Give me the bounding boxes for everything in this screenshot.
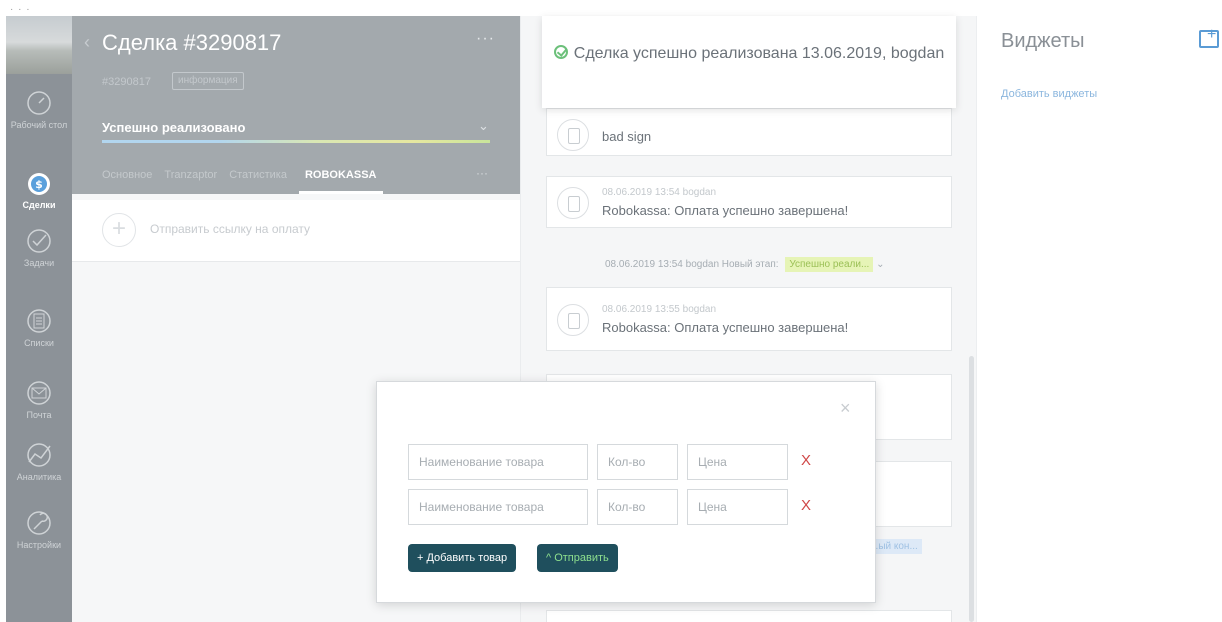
add-widgets-link[interactable]: Добавить виджеты [1001,88,1097,100]
products-modal: × X X + Добавить товар ^ Отправить [376,381,876,603]
chevron-down-icon[interactable]: ⌄ [478,118,489,134]
stage-change-meta: 08.06.2019 13:54 bogdan Новый этап: [605,259,779,270]
note-icon [557,119,589,151]
send-payment-link-row[interactable]: + Отправить ссылку на оплату [72,200,520,262]
add-product-button[interactable]: + Добавить товар [408,544,517,572]
stage-change-note: 08.06.2019 13:54 bogdan Новый этап: Успе… [605,257,884,272]
widgets-panel: Виджеты Добавить виджеты [976,16,1222,622]
plus-icon[interactable]: + [102,213,136,247]
feed-card-meta: 08.06.2019 13:54 bogdan [602,187,716,198]
deal-tag[interactable]: информация [172,72,244,90]
deal-title[interactable]: Сделка #3290817 [102,30,281,56]
feed-scrollbar[interactable] [969,356,974,622]
product-qty-input[interactable] [597,444,678,480]
deal-header: ‹ Сделка #3290817 ··· #3290817 информаци… [72,16,520,194]
feed-card: bad sign [546,108,952,156]
svg-text:$: $ [35,178,43,191]
chevron-down-icon[interactable]: ⌄ [876,259,884,270]
deal-id: #3290817 [102,76,151,88]
stage-progress-bar [102,140,490,143]
speedometer-icon [27,91,51,115]
check-circle-icon [27,229,51,253]
add-widget-icon[interactable] [1199,26,1219,48]
wrench-icon [27,511,51,535]
delete-row-button[interactable]: X [801,452,811,469]
nav-item-label: Почта [26,410,52,420]
tab-tranzaptor[interactable]: Tranzaptor [164,166,217,194]
back-chevron-icon[interactable]: ‹ [84,32,90,53]
feed-card-meta: 08.06.2019 13:55 bogdan [602,304,716,315]
feed-card: 08.06.2019 13:54 bogdan Robokassa: Оплат… [546,176,952,228]
nav-item-label: Сделки [22,200,56,210]
window-dots: · · · [10,4,31,15]
left-nav: Рабочий стол $ Сделки Задачи Списки Почт… [6,16,72,622]
nav-item-label: Рабочий стол [10,120,68,130]
nav-item-mail[interactable]: Почта [6,378,72,420]
close-icon[interactable]: × [840,398,851,419]
deal-stage[interactable]: Успешно реализовано [102,120,245,135]
nav-item-label: Списки [24,338,54,348]
list-icon [27,309,51,333]
nav-item-deals[interactable]: $ Сделки [6,168,72,210]
tab-robokassa[interactable]: ROBOKASSA [298,166,383,194]
feed-card-text: Robokassa: Оплата успешно завершена! [602,320,849,335]
feed-card-text: bad sign [602,129,652,144]
widgets-title: Виджеты [1001,30,1085,52]
window-top-strip: · · · [0,0,1222,16]
feed-card-text: Robokassa: Оплата успешно завершена! [602,203,849,218]
nav-item-tasks[interactable]: Задачи [6,226,72,268]
nav-item-analytics[interactable]: Аналитика [6,440,72,482]
stage-pill: Успешно реали... [785,257,874,272]
mail-icon [27,381,51,405]
dollar-icon: $ [28,173,50,195]
nav-item-label: Задачи [23,258,55,268]
nav-header-image [6,16,72,74]
note-icon [557,304,589,336]
tab-statistics[interactable]: Статистика [229,166,287,194]
send-button[interactable]: ^ Отправить [537,544,618,572]
analytics-icon [27,443,51,467]
tab-main[interactable]: Основное [102,166,152,194]
note-icon [557,187,589,219]
nav-item-dashboard[interactable]: Рабочий стол [6,88,72,130]
feed-card [546,610,952,622]
nav-item-label: Аналитика [16,472,62,482]
send-payment-link-text[interactable]: Отправить ссылку на оплату [150,222,310,236]
tabs-more-button[interactable]: ··· [476,166,488,180]
product-price-input[interactable] [687,444,788,480]
product-name-input[interactable] [408,444,588,480]
nav-item-lists[interactable]: Списки [6,306,72,348]
nav-item-label: Настройки [16,540,62,550]
success-toast: Сделка успешно реализована 13.06.2019, b… [542,16,956,108]
product-name-input[interactable] [408,489,588,525]
toast-text: Сделка успешно реализована 13.06.2019, b… [573,45,945,62]
feed-card: 08.06.2019 13:55 bogdan Robokassa: Оплат… [546,287,952,351]
product-qty-input[interactable] [597,489,678,525]
deal-menu-button[interactable]: ··· [476,30,495,48]
nav-item-settings[interactable]: Настройки [6,508,72,550]
check-circle-icon [553,45,568,59]
deal-tabs: Основное Tranzaptor Статистика ROBOKASSA [102,166,395,194]
product-price-input[interactable] [687,489,788,525]
delete-row-button[interactable]: X [801,497,811,514]
